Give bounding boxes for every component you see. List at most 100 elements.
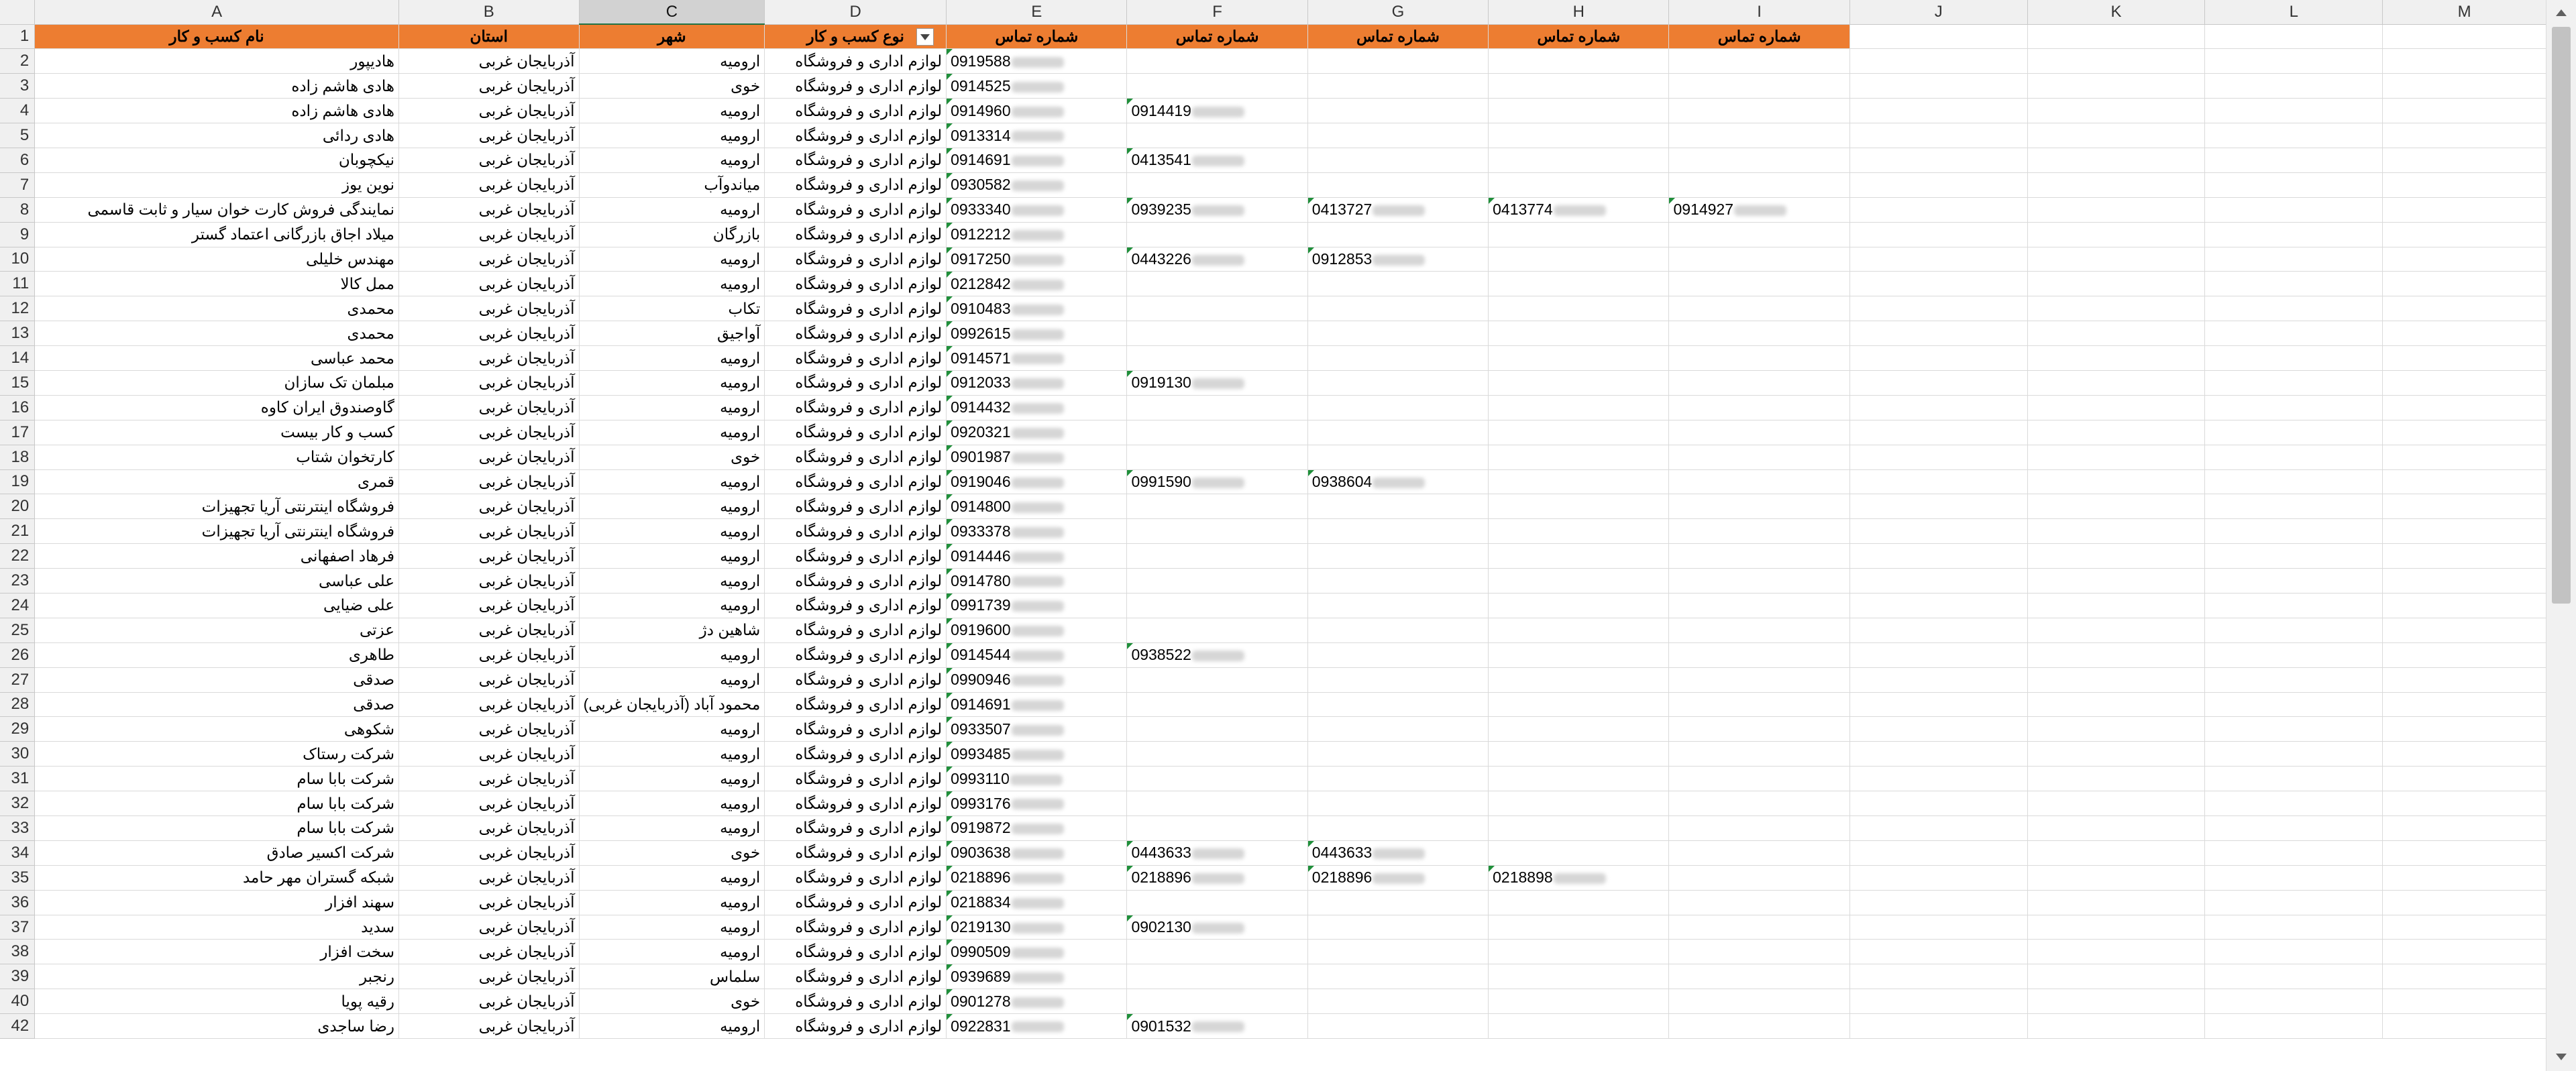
empty-cell[interactable]: [2027, 667, 2206, 693]
row-header[interactable]: 36: [0, 890, 36, 915]
empty-cell[interactable]: [2027, 148, 2206, 173]
phone-cell[interactable]: 0212842: [946, 271, 1128, 297]
province-cell[interactable]: آذربایجان غربی: [398, 741, 580, 767]
empty-cell[interactable]: [1668, 345, 1850, 371]
empty-cell[interactable]: [2027, 964, 2206, 990]
row-header[interactable]: 3: [0, 73, 36, 99]
empty-cell[interactable]: [1849, 642, 2028, 668]
empty-cell[interactable]: [2382, 271, 2546, 297]
empty-cell[interactable]: [1849, 766, 2028, 792]
province-cell[interactable]: آذربایجان غربی: [398, 618, 580, 643]
row-header[interactable]: 14: [0, 345, 36, 371]
empty-cell[interactable]: [1307, 370, 1489, 396]
city-cell[interactable]: ارومیه: [579, 48, 765, 74]
empty-cell[interactable]: [1849, 345, 2028, 371]
province-cell[interactable]: آذربایجان غربی: [398, 716, 580, 742]
empty-cell[interactable]: [1668, 445, 1850, 470]
empty-cell[interactable]: [1307, 716, 1489, 742]
phone-cell[interactable]: 0218834: [946, 890, 1128, 915]
empty-cell[interactable]: [2204, 593, 2383, 618]
empty-cell[interactable]: [2027, 123, 2206, 148]
phone-cell[interactable]: 0914960: [946, 98, 1128, 124]
empty-cell[interactable]: [1126, 939, 1308, 965]
table-row[interactable]: 22 فرهاد اصفهانی آذربایجان غربی ارومیه لوازم…: [0, 543, 2546, 569]
business-type-cell[interactable]: لوازم اداری و فروشگاه: [764, 741, 947, 767]
empty-cell[interactable]: [2204, 172, 2383, 198]
empty-cell[interactable]: [1668, 618, 1850, 643]
empty-cell[interactable]: [1849, 865, 2028, 891]
phone-cell[interactable]: 0443226: [1126, 247, 1308, 272]
empty-cell[interactable]: [2027, 815, 2206, 841]
table-row[interactable]: 20 فروشگاه اینترنتی آریا تجهیزات آذربایجان…: [0, 494, 2546, 520]
business-type-cell[interactable]: لوازم اداری و فروشگاه: [764, 148, 947, 173]
province-cell[interactable]: آذربایجان غربی: [398, 395, 580, 420]
business-type-cell[interactable]: لوازم اداری و فروشگاه: [764, 296, 947, 322]
business-type-cell[interactable]: لوازم اداری و فروشگاه: [764, 791, 947, 816]
province-cell[interactable]: آذربایجان غربی: [398, 593, 580, 618]
empty-cell[interactable]: [2382, 518, 2546, 545]
phone-cell[interactable]: 0993485: [946, 741, 1128, 767]
empty-cell[interactable]: [2382, 939, 2546, 965]
empty-cell[interactable]: [1668, 593, 1850, 618]
phone-cell[interactable]: 0910483: [946, 296, 1128, 322]
business-type-cell[interactable]: لوازم اداری و فروشگاه: [764, 1013, 947, 1039]
empty-cell[interactable]: [1849, 618, 2028, 643]
city-cell[interactable]: ارومیه: [579, 667, 765, 693]
row-header[interactable]: 9: [0, 222, 36, 247]
business-name-cell[interactable]: طاهری: [34, 642, 399, 668]
empty-cell[interactable]: [2382, 24, 2546, 50]
empty-cell[interactable]: [1488, 296, 1670, 322]
empty-cell[interactable]: [1307, 964, 1489, 990]
empty-cell[interactable]: [1668, 98, 1850, 124]
empty-cell[interactable]: [2027, 716, 2206, 742]
phone-cell[interactable]: 0914691: [946, 692, 1128, 718]
business-type-cell[interactable]: لوازم اداری و فروشگاه: [764, 716, 947, 742]
empty-cell[interactable]: [2027, 915, 2206, 940]
phone-cell[interactable]: 0912853: [1307, 247, 1489, 272]
empty-cell[interactable]: [2382, 420, 2546, 445]
phone-cell[interactable]: 0914446: [946, 543, 1128, 569]
table-row[interactable]: 21 فروشگاه اینترنتی آریا تجهیزات آذربایجان…: [0, 518, 2546, 545]
column-header-h[interactable]: H: [1488, 0, 1670, 25]
city-cell[interactable]: شاهین دژ: [579, 618, 765, 643]
empty-cell[interactable]: [2027, 642, 2206, 668]
table-row[interactable]: 25 عزتی آذربایجان غربی شاهین دژ لوازم اداری …: [0, 618, 2546, 643]
empty-cell[interactable]: [1307, 741, 1489, 767]
city-cell[interactable]: ارومیه: [579, 815, 765, 841]
table-row[interactable]: 11 ممل کالا آذربایجان غربی ارومیه لوازم ادار…: [0, 271, 2546, 297]
table-row[interactable]: 36 سهند افزار آذربایجان غربی ارومیه لوازم اد…: [0, 890, 2546, 915]
row-header[interactable]: 16: [0, 395, 36, 420]
phone-cell[interactable]: 0914571: [946, 345, 1128, 371]
empty-cell[interactable]: [1488, 840, 1670, 866]
empty-cell[interactable]: [2382, 865, 2546, 891]
empty-cell[interactable]: [1307, 73, 1489, 99]
header-cell[interactable]: استان: [398, 24, 580, 50]
phone-cell[interactable]: 0914780: [946, 568, 1128, 594]
empty-cell[interactable]: [2382, 741, 2546, 767]
empty-cell[interactable]: [1126, 271, 1308, 297]
empty-cell[interactable]: [1488, 989, 1670, 1015]
empty-cell[interactable]: [1849, 1013, 2028, 1039]
empty-cell[interactable]: [2204, 766, 2383, 792]
empty-cell[interactable]: [2382, 123, 2546, 148]
empty-cell[interactable]: [1307, 692, 1489, 718]
empty-cell[interactable]: [1307, 494, 1489, 520]
empty-cell[interactable]: [2027, 395, 2206, 420]
province-cell[interactable]: آذربایجان غربی: [398, 815, 580, 841]
empty-cell[interactable]: [1126, 494, 1308, 520]
row-header[interactable]: 23: [0, 568, 36, 594]
city-cell[interactable]: ارومیه: [579, 915, 765, 940]
empty-cell[interactable]: [2027, 518, 2206, 545]
business-name-cell[interactable]: فرهاد اصفهانی: [34, 543, 399, 569]
empty-cell[interactable]: [1488, 618, 1670, 643]
empty-cell[interactable]: [1126, 568, 1308, 594]
table-row[interactable]: 33 شرکت بابا سام آذربایجان غربی ارومیه لوازم…: [0, 815, 2546, 841]
empty-cell[interactable]: [1307, 989, 1489, 1015]
empty-cell[interactable]: [1488, 445, 1670, 470]
empty-cell[interactable]: [1488, 1013, 1670, 1039]
empty-cell[interactable]: [2204, 123, 2383, 148]
phone-cell[interactable]: 0413774: [1488, 197, 1670, 223]
empty-cell[interactable]: [2382, 716, 2546, 742]
phone-cell[interactable]: 0914800: [946, 494, 1128, 520]
province-cell[interactable]: آذربایجان غربی: [398, 345, 580, 371]
